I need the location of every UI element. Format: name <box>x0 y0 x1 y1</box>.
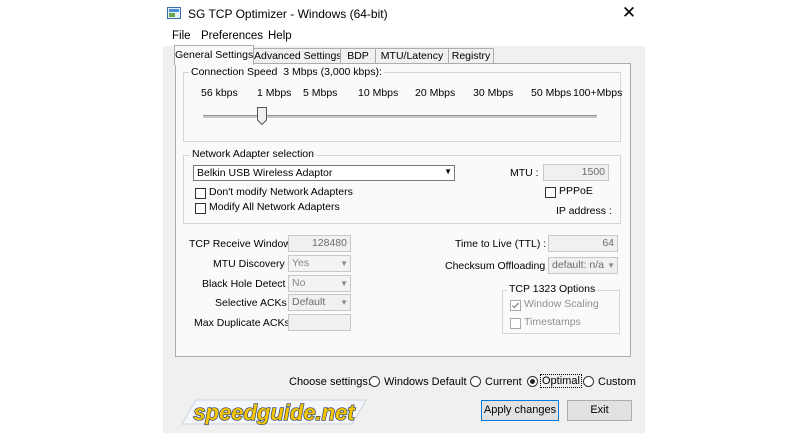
tick-label: 5 Mbps <box>303 87 338 99</box>
black-hole-select[interactable]: No ▼ <box>288 275 351 292</box>
tab-general-settings[interactable]: General Settings <box>174 45 254 65</box>
black-hole-value: No <box>292 277 306 289</box>
tcp-receive-window-field[interactable]: 128480 <box>288 235 351 252</box>
menu-file[interactable]: File <box>172 30 191 42</box>
ttl-label: Time to Live (TTL) : <box>455 238 547 250</box>
network-adapter-selected: Belkin USB Wireless Adaptor <box>197 167 333 179</box>
dropdown-arrow-icon: ▼ <box>340 298 348 307</box>
connection-speed-label: Connection Speed <box>191 66 278 78</box>
radio-current[interactable] <box>470 376 481 387</box>
dont-modify-checkbox[interactable] <box>195 188 206 199</box>
tick-label: 10 Mbps <box>358 87 399 99</box>
mtu-discovery-label: MTU Discovery : <box>213 258 291 270</box>
tcp-receive-window-label: TCP Receive Window : <box>189 238 297 250</box>
ttl-field[interactable]: 64 <box>548 235 618 252</box>
apply-changes-button[interactable]: Apply changes <box>481 400 559 421</box>
connection-speed-group <box>183 72 621 142</box>
pppoe-checkbox[interactable] <box>545 187 556 198</box>
max-duplicate-acks-field[interactable] <box>288 314 351 331</box>
ip-address-label: IP address : <box>556 205 612 217</box>
radio-custom[interactable] <box>583 376 594 387</box>
tcp1323-legend: TCP 1323 Options <box>507 283 598 295</box>
checkmark-icon <box>512 302 520 309</box>
timestamps-label: Timestamps <box>524 316 581 328</box>
radio-windows-default-label: Windows Default <box>384 376 467 388</box>
logo-text: speedguide.net <box>193 400 356 425</box>
tick-label: 100+Mbps <box>573 87 623 99</box>
radio-windows-default[interactable] <box>369 376 380 387</box>
radio-optimal-label: Optimal <box>540 374 582 388</box>
selective-acks-value: Default <box>292 296 326 308</box>
max-duplicate-acks-label: Max Duplicate ACKs : <box>194 317 296 329</box>
menu-help[interactable]: Help <box>268 30 292 42</box>
radio-current-label: Current <box>485 376 522 388</box>
selective-acks-label: Selective ACKs : <box>215 297 293 309</box>
dont-modify-label: Don't modify Network Adapters <box>209 186 353 198</box>
speed-slider-thumb[interactable] <box>257 107 268 125</box>
tab-advanced-settings[interactable]: Advanced Settings <box>253 48 342 64</box>
dropdown-arrow-icon: ▼ <box>607 261 615 270</box>
tick-label: 50 Mbps <box>531 87 572 99</box>
checksum-offloading-value: default: n/a <box>552 259 604 271</box>
network-adapter-select[interactable]: Belkin USB Wireless Adaptor ▼ <box>193 165 455 181</box>
menu-preferences[interactable]: Preferences <box>201 30 263 42</box>
timestamps-checkbox[interactable] <box>510 318 521 329</box>
exit-button[interactable]: Exit <box>567 400 632 421</box>
checksum-offloading-label: Checksum Offloading : <box>445 260 552 272</box>
window-scaling-label: Window Scaling <box>524 298 599 310</box>
window-title: SG TCP Optimizer - Windows (64-bit) <box>188 7 388 21</box>
radio-optimal[interactable] <box>527 376 538 387</box>
pppoe-label: PPPoE <box>559 185 593 197</box>
dropdown-arrow-icon: ▼ <box>340 259 348 268</box>
tick-label: 30 Mbps <box>473 87 514 99</box>
connection-speed-value: 3 Mbps (3,000 kbps): <box>283 66 382 78</box>
modify-all-checkbox[interactable] <box>195 203 206 214</box>
black-hole-label: Black Hole Detect : <box>202 278 292 290</box>
dropdown-arrow-icon: ▼ <box>340 279 348 288</box>
network-adapter-legend: Network Adapter selection <box>190 148 316 160</box>
tick-label: 1 Mbps <box>257 87 292 99</box>
connection-speed-legend: Connection Speed 3 Mbps (3,000 kbps): <box>189 66 384 78</box>
mtu-label: MTU : <box>510 167 539 179</box>
radio-custom-label: Custom <box>598 376 636 388</box>
mtu-discovery-select[interactable]: Yes ▼ <box>288 255 351 272</box>
close-icon[interactable]: ✕ <box>619 3 639 23</box>
app-icon <box>167 7 181 19</box>
checksum-offloading-select[interactable]: default: n/a ▼ <box>548 257 618 274</box>
choose-settings-label: Choose settings: <box>289 376 371 388</box>
speedguide-logo: speedguide.net <box>181 399 367 426</box>
tick-label: 20 Mbps <box>415 87 456 99</box>
tab-registry[interactable]: Registry <box>448 48 494 64</box>
mtu-discovery-value: Yes <box>292 257 310 269</box>
window-scaling-checkbox[interactable] <box>510 300 521 311</box>
tick-label: 56 kbps <box>201 87 238 99</box>
selective-acks-select[interactable]: Default ▼ <box>288 294 351 311</box>
dropdown-arrow-icon: ▼ <box>444 167 452 176</box>
tab-bdp[interactable]: BDP <box>340 48 376 64</box>
modify-all-label: Modify All Network Adapters <box>209 201 340 213</box>
tab-mtu-latency[interactable]: MTU/Latency <box>375 48 449 64</box>
mtu-field[interactable]: 1500 <box>543 164 609 181</box>
